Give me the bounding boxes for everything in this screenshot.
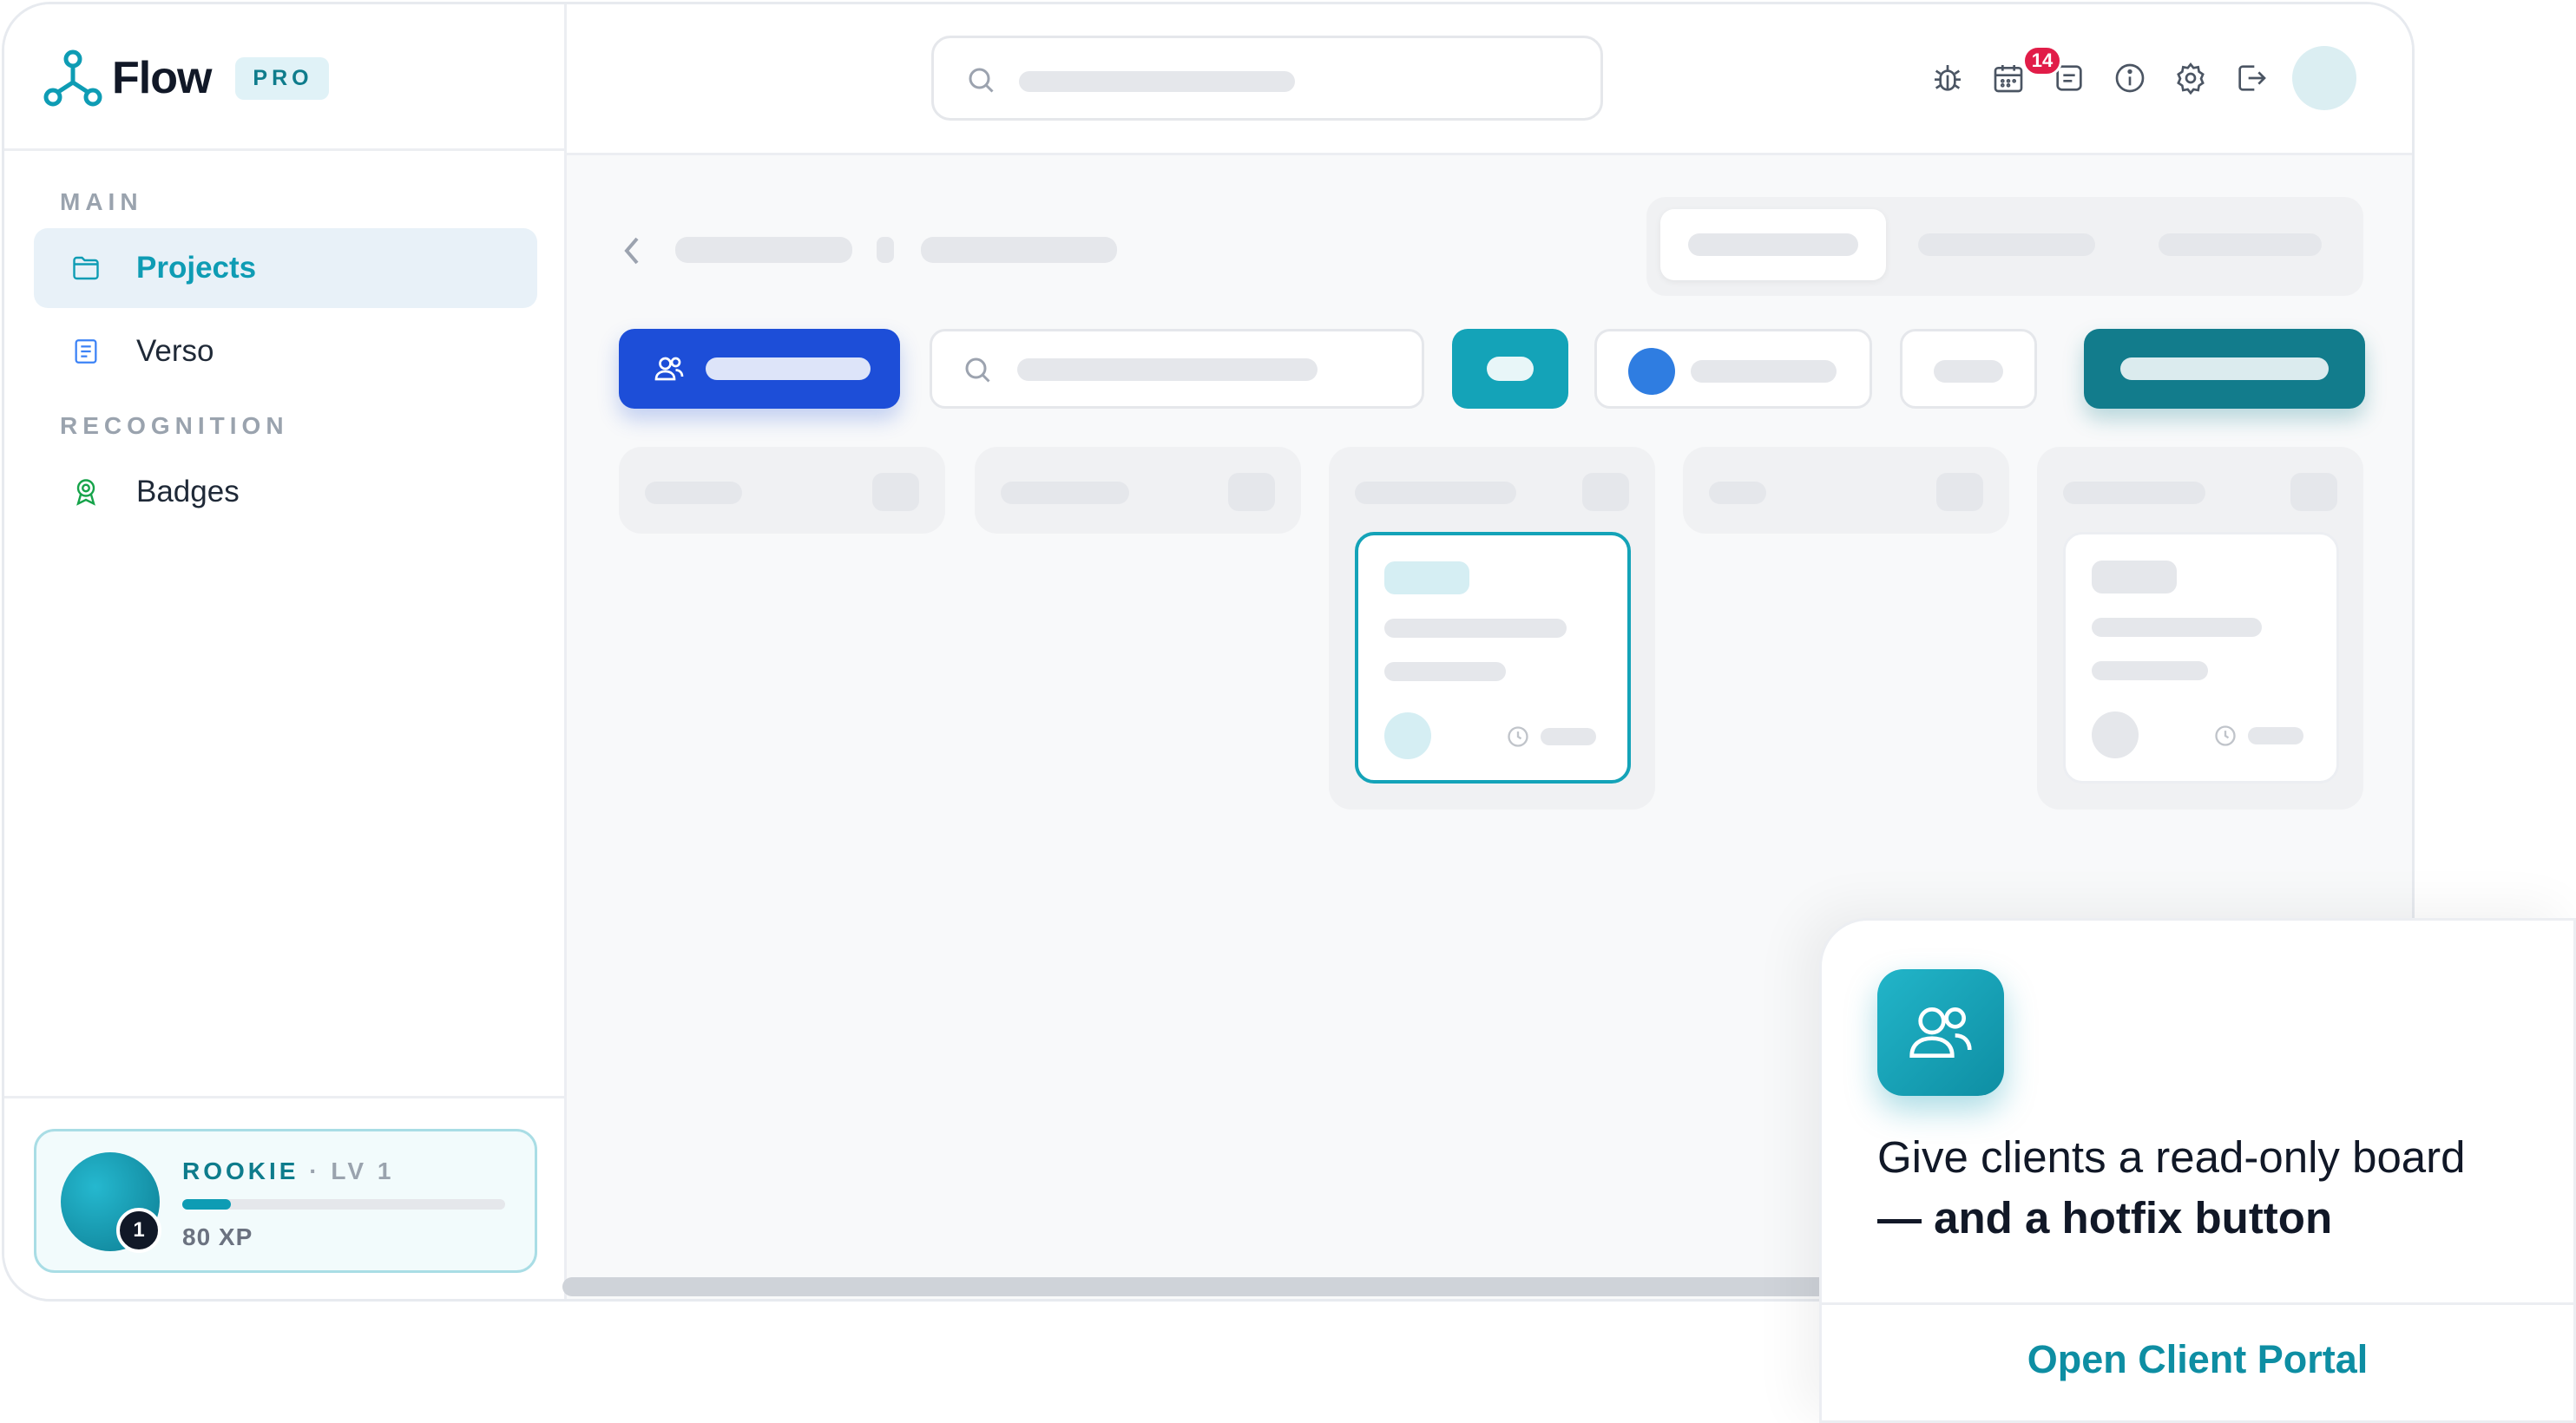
view-toggle-skeleton[interactable] xyxy=(1646,197,2363,296)
global-search-input[interactable] xyxy=(931,36,1603,121)
column-title-skeleton xyxy=(1001,482,1129,504)
avatar xyxy=(2092,712,2139,758)
column-count-skeleton xyxy=(1936,473,1983,511)
due-date-skeleton xyxy=(1541,728,1596,745)
users-icon xyxy=(654,357,684,381)
task-card[interactable] xyxy=(2063,532,2339,784)
breadcrumb-skeleton xyxy=(921,237,1117,263)
xp-value: 80 XP xyxy=(182,1223,253,1250)
level-badge: 1 xyxy=(116,1208,161,1253)
task-card[interactable] xyxy=(1355,532,1631,784)
folder-icon xyxy=(69,251,103,285)
filter-label-skeleton xyxy=(1691,360,1837,383)
sidebar-item-label: Projects xyxy=(136,251,257,285)
logout-icon[interactable] xyxy=(2233,60,2270,96)
column-title-skeleton xyxy=(2063,482,2205,504)
column-count-skeleton xyxy=(872,473,919,511)
sidebar-item-verso[interactable]: Verso xyxy=(34,311,537,391)
document-icon xyxy=(69,334,103,369)
breadcrumb-skeleton xyxy=(675,237,852,263)
sidebar-divider xyxy=(4,1096,564,1098)
board-search-input[interactable] xyxy=(930,329,1424,409)
column-title-skeleton xyxy=(1355,482,1516,504)
user-avatar[interactable] xyxy=(2292,46,2356,110)
due-date-skeleton xyxy=(2248,727,2303,744)
sidebar-item-label: Badges xyxy=(136,475,240,508)
client-portal-promo: Give clients a read-only board — and a h… xyxy=(1819,918,2576,1423)
assignee-filter[interactable] xyxy=(1594,329,1872,409)
section-recognition: RECOGNITION xyxy=(60,412,289,439)
brand-name: Flow xyxy=(112,53,212,103)
rank-name: ROOKIE xyxy=(182,1157,299,1184)
chip-label-skeleton xyxy=(1487,357,1534,381)
brand[interactable]: Flow PRO xyxy=(43,48,329,108)
rank-card[interactable]: 1 ROOKIE · LV 1 80 XP xyxy=(34,1129,537,1273)
search-icon xyxy=(965,357,990,383)
board-column xyxy=(1329,447,1655,810)
open-client-portal-link[interactable]: Open Client Portal xyxy=(1822,1337,2573,1382)
text-skeleton xyxy=(2092,661,2208,680)
sidebar: Flow PRO MAIN Projects Verso RECOGNITION… xyxy=(4,4,567,1299)
tab-label-skeleton xyxy=(2159,233,2322,256)
text-skeleton xyxy=(2092,618,2262,637)
rank-title: ROOKIE · LV 1 xyxy=(182,1157,394,1185)
promo-divider xyxy=(1822,1302,2573,1305)
column-count-skeleton xyxy=(1582,473,1629,511)
text-skeleton xyxy=(1384,619,1567,638)
primary-action-button[interactable] xyxy=(2084,329,2365,409)
filter-label-skeleton xyxy=(1934,360,2003,383)
section-main: MAIN xyxy=(60,188,143,215)
notification-count-badge: 14 xyxy=(2022,45,2062,76)
sidebar-divider xyxy=(4,148,564,151)
board-column xyxy=(975,447,1301,534)
column-title-skeleton xyxy=(645,482,742,504)
rank-level: · LV 1 xyxy=(309,1157,395,1184)
sidebar-item-badges[interactable]: Badges xyxy=(34,452,537,532)
clock-icon xyxy=(2215,725,2236,746)
breadcrumb-separator-skeleton xyxy=(877,237,894,263)
column-title-skeleton xyxy=(1709,482,1766,504)
sidebar-item-projects[interactable]: Projects xyxy=(34,228,537,308)
search-placeholder-skeleton xyxy=(1019,71,1295,92)
column-count-skeleton xyxy=(1228,473,1275,511)
board-column xyxy=(2037,447,2363,810)
xp-progress-fill xyxy=(182,1199,231,1210)
horizontal-scrollbar[interactable] xyxy=(562,1277,1830,1296)
button-label-skeleton xyxy=(706,357,871,380)
promo-text: Give clients a read-only board — and a h… xyxy=(1877,1127,2554,1249)
tab-label-skeleton xyxy=(1688,233,1858,256)
back-chevron-icon[interactable] xyxy=(619,233,645,268)
board-column xyxy=(619,447,945,534)
button-label-skeleton xyxy=(2120,357,2329,380)
tab-label-skeleton xyxy=(1918,233,2095,256)
xp-progress-bar xyxy=(182,1199,505,1210)
info-icon[interactable] xyxy=(2112,60,2148,96)
promo-text-bold: — and a hotfix button xyxy=(1877,1193,2333,1243)
client-view-button[interactable] xyxy=(619,329,900,409)
board-column xyxy=(1683,447,2009,534)
view-tab-active[interactable] xyxy=(1660,209,1886,280)
tag-skeleton xyxy=(2092,561,2177,593)
promo-text-regular: Give clients a read-only board xyxy=(1877,1132,2466,1182)
calendar-icon[interactable] xyxy=(1990,60,2027,96)
avatar xyxy=(1384,712,1431,759)
bug-icon[interactable] xyxy=(1929,60,1966,96)
column-count-skeleton xyxy=(2290,473,2337,511)
search-icon xyxy=(969,68,994,93)
flow-logo-icon xyxy=(43,49,102,107)
filter-chip-active[interactable] xyxy=(1452,329,1568,409)
clock-icon xyxy=(1508,726,1528,747)
pro-badge: PRO xyxy=(235,56,329,100)
award-icon xyxy=(69,475,103,509)
text-skeleton xyxy=(1384,662,1506,681)
assignee-avatar xyxy=(1628,348,1675,395)
sort-filter[interactable] xyxy=(1900,329,2037,409)
top-bar: 14 xyxy=(567,4,2412,155)
sidebar-item-label: Verso xyxy=(136,334,214,368)
tag-skeleton xyxy=(1384,561,1469,594)
users-icon xyxy=(1877,969,2004,1096)
search-placeholder-skeleton xyxy=(1017,358,1318,381)
gear-icon[interactable] xyxy=(2172,60,2209,96)
